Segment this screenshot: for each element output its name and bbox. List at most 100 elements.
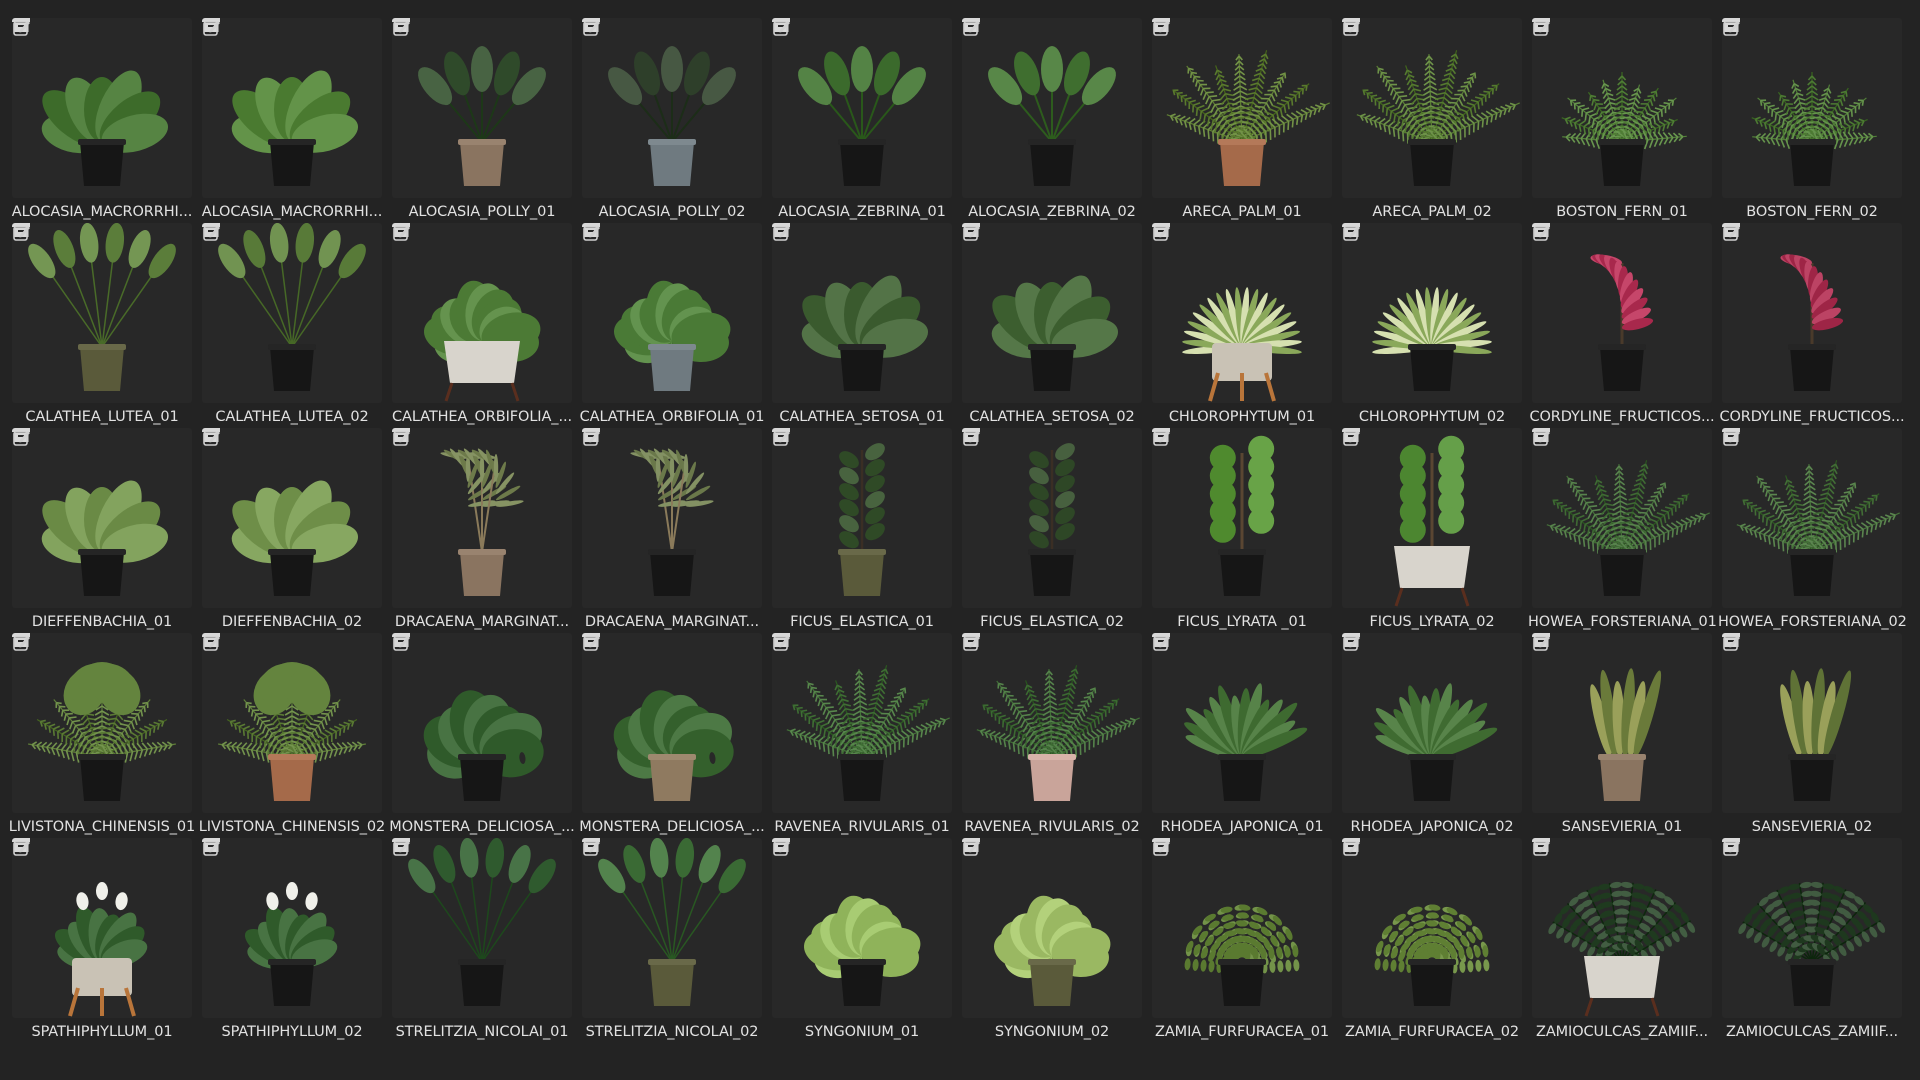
asset-thumbnail[interactable] — [1342, 18, 1522, 198]
edit-icon[interactable] — [1722, 633, 1742, 653]
asset-tile[interactable]: SPATHIPHYLLUM_01 — [12, 838, 192, 1040]
edit-icon[interactable] — [1532, 633, 1552, 653]
asset-tile[interactable]: RHODEA_JAPONICA_01 — [1152, 633, 1332, 835]
asset-tile[interactable]: CHLOROPHYTUM_02 — [1342, 223, 1522, 425]
asset-tile[interactable]: ALOCASIA_POLLY_01 — [392, 18, 572, 220]
asset-thumbnail[interactable] — [1342, 633, 1522, 813]
asset-tile[interactable]: ZAMIOCULCAS_ZAMIIF... — [1532, 838, 1712, 1040]
edit-icon[interactable] — [582, 223, 602, 243]
asset-tile[interactable]: CALATHEA_ORBIFOLIA_01 — [580, 223, 764, 425]
edit-icon[interactable] — [1532, 223, 1552, 243]
edit-icon[interactable] — [1152, 428, 1172, 448]
asset-thumbnail[interactable] — [1722, 633, 1902, 813]
asset-thumbnail[interactable] — [392, 633, 572, 813]
edit-icon[interactable] — [12, 633, 32, 653]
edit-icon[interactable] — [12, 838, 32, 858]
asset-tile[interactable]: CORDYLINE_FRUCTICOS... — [1529, 223, 1715, 425]
edit-icon[interactable] — [202, 633, 222, 653]
asset-thumbnail[interactable] — [1152, 633, 1332, 813]
edit-icon[interactable] — [1722, 838, 1742, 858]
asset-thumbnail[interactable] — [772, 428, 952, 608]
asset-thumbnail[interactable] — [582, 838, 762, 1018]
edit-icon[interactable] — [1532, 838, 1552, 858]
asset-tile[interactable]: ALOCASIA_POLLY_02 — [582, 18, 762, 220]
asset-tile[interactable]: CALATHEA_LUTEA_01 — [12, 223, 192, 425]
asset-tile[interactable]: HOWEA_FORSTERIANA_01 — [1528, 428, 1717, 630]
edit-icon[interactable] — [962, 428, 982, 448]
edit-icon[interactable] — [202, 428, 222, 448]
edit-icon[interactable] — [392, 838, 412, 858]
asset-tile[interactable]: CALATHEA_ORBIFOLIA_... — [392, 223, 572, 425]
asset-thumbnail[interactable] — [962, 428, 1142, 608]
edit-icon[interactable] — [772, 223, 792, 243]
asset-tile[interactable]: CHLOROPHYTUM_01 — [1152, 223, 1332, 425]
asset-thumbnail[interactable] — [202, 428, 382, 608]
asset-thumbnail[interactable] — [1532, 633, 1712, 813]
asset-tile[interactable]: RAVENEA_RIVULARIS_01 — [772, 633, 952, 835]
asset-tile[interactable]: ZAMIA_FURFURACEA_02 — [1342, 838, 1522, 1040]
asset-thumbnail[interactable] — [1722, 428, 1902, 608]
edit-icon[interactable] — [1152, 18, 1172, 38]
asset-tile[interactable]: FICUS_ELASTICA_01 — [772, 428, 952, 630]
asset-thumbnail[interactable] — [772, 18, 952, 198]
edit-icon[interactable] — [1152, 838, 1172, 858]
asset-thumbnail[interactable] — [962, 633, 1142, 813]
asset-tile[interactable]: SPATHIPHYLLUM_02 — [202, 838, 382, 1040]
asset-tile[interactable]: LIVISTONA_CHINENSIS_02 — [199, 633, 385, 835]
asset-thumbnail[interactable] — [12, 223, 192, 403]
edit-icon[interactable] — [772, 633, 792, 653]
asset-thumbnail[interactable] — [202, 838, 382, 1018]
asset-tile[interactable]: SANSEVIERIA_01 — [1532, 633, 1712, 835]
edit-icon[interactable] — [962, 223, 982, 243]
edit-icon[interactable] — [202, 838, 222, 858]
asset-thumbnail[interactable] — [1152, 838, 1332, 1018]
asset-thumbnail[interactable] — [962, 223, 1142, 403]
edit-icon[interactable] — [392, 633, 412, 653]
edit-icon[interactable] — [12, 223, 32, 243]
edit-icon[interactable] — [1532, 428, 1552, 448]
asset-tile[interactable]: DIEFFENBACHIA_01 — [12, 428, 192, 630]
edit-icon[interactable] — [392, 223, 412, 243]
asset-thumbnail[interactable] — [772, 838, 952, 1018]
edit-icon[interactable] — [772, 838, 792, 858]
asset-thumbnail[interactable] — [202, 18, 382, 198]
asset-tile[interactable]: FICUS_ELASTICA_02 — [962, 428, 1142, 630]
edit-icon[interactable] — [1342, 838, 1362, 858]
asset-tile[interactable]: HOWEA_FORSTERIANA_02 — [1718, 428, 1907, 630]
asset-tile[interactable]: RHODEA_JAPONICA_02 — [1342, 633, 1522, 835]
asset-tile[interactable]: ZAMIOCULCAS_ZAMIIF... — [1722, 838, 1902, 1040]
edit-icon[interactable] — [1342, 223, 1362, 243]
asset-thumbnail[interactable] — [1532, 838, 1712, 1018]
asset-thumbnail[interactable] — [772, 223, 952, 403]
asset-thumbnail[interactable] — [1152, 428, 1332, 608]
edit-icon[interactable] — [772, 428, 792, 448]
asset-thumbnail[interactable] — [962, 18, 1142, 198]
asset-thumbnail[interactable] — [1342, 428, 1522, 608]
asset-tile[interactable]: ALOCASIA_ZEBRINA_01 — [772, 18, 952, 220]
asset-tile[interactable]: ALOCASIA_ZEBRINA_02 — [962, 18, 1142, 220]
asset-tile[interactable]: CALATHEA_SETOSA_01 — [772, 223, 952, 425]
asset-thumbnail[interactable] — [392, 838, 572, 1018]
asset-tile[interactable]: MONSTERA_DELICIOSA_... — [579, 633, 765, 835]
asset-tile[interactable]: ARECA_PALM_02 — [1342, 18, 1522, 220]
asset-tile[interactable]: LIVISTONA_CHINENSIS_01 — [9, 633, 195, 835]
asset-tile[interactable]: SYNGONIUM_02 — [962, 838, 1142, 1040]
edit-icon[interactable] — [962, 838, 982, 858]
edit-icon[interactable] — [392, 18, 412, 38]
asset-tile[interactable]: ARECA_PALM_01 — [1152, 18, 1332, 220]
asset-tile[interactable]: RAVENEA_RIVULARIS_02 — [962, 633, 1142, 835]
edit-icon[interactable] — [1342, 428, 1362, 448]
edit-icon[interactable] — [582, 428, 602, 448]
asset-tile[interactable]: CALATHEA_SETOSA_02 — [962, 223, 1142, 425]
asset-tile[interactable]: BOSTON_FERN_02 — [1722, 18, 1902, 220]
edit-icon[interactable] — [962, 633, 982, 653]
asset-thumbnail[interactable] — [392, 223, 572, 403]
edit-icon[interactable] — [202, 18, 222, 38]
asset-thumbnail[interactable] — [392, 18, 572, 198]
asset-tile[interactable]: CORDYLINE_FRUCTICOS... — [1719, 223, 1905, 425]
edit-icon[interactable] — [1152, 633, 1172, 653]
asset-tile[interactable]: STRELITZIA_NICOLAI_02 — [582, 838, 762, 1040]
asset-tile[interactable]: FICUS_LYRATA _01 — [1152, 428, 1332, 630]
asset-thumbnail[interactable] — [1722, 223, 1902, 403]
edit-icon[interactable] — [772, 18, 792, 38]
